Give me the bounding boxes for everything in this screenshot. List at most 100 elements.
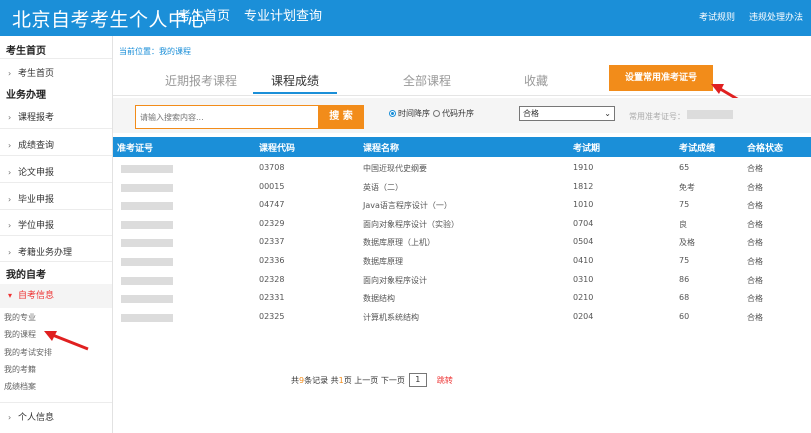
sub-item-my-records[interactable]: 我的考籍	[4, 364, 36, 375]
divider	[0, 209, 112, 210]
divider	[0, 128, 112, 129]
tab-all-courses[interactable]: 全部课程	[403, 72, 451, 89]
table-cell: 02325	[259, 311, 285, 321]
sidebar-item-label: 毕业申报	[18, 195, 55, 205]
table-cell: Java语言程序设计（一）	[363, 201, 452, 211]
table-row: 00015 英语（二） 1812 免考 合格	[113, 179, 811, 198]
active-tab-indicator	[253, 92, 337, 94]
table-cell: 0410	[573, 256, 594, 265]
divider	[0, 261, 112, 262]
table-cell: 65	[679, 163, 690, 172]
pager-prev-next[interactable]: 页 上一页 下一页	[344, 375, 405, 386]
sidebar-head-business: 业务办理	[6, 90, 46, 101]
chevron-right-icon: ›	[8, 141, 12, 150]
divider	[0, 182, 112, 183]
column-header: 考试成绩	[679, 144, 716, 154]
table-row: 02336 数据库原理 0410 75 合格	[113, 253, 811, 272]
tab-course-scores[interactable]: 课程成绩	[271, 72, 319, 89]
table-cell: 1910	[573, 163, 594, 172]
redacted-ticket-number	[687, 110, 733, 119]
sidebar-item-label: 论文申报	[18, 168, 55, 178]
top-nav: 考生首页 专业计划查询	[178, 0, 336, 36]
radio-code-asc[interactable]: 代码升序	[433, 108, 474, 119]
status-select[interactable]: 合格 ⌄	[519, 106, 615, 121]
chevron-down-icon: ⌄	[604, 109, 611, 118]
nav-plan-query[interactable]: 专业计划查询	[244, 0, 322, 36]
nav-home[interactable]: 考生首页	[178, 0, 230, 36]
redacted-ticket-number	[121, 258, 173, 266]
table-cell: 数据库原理（上机）	[363, 238, 435, 248]
link-exam-rules[interactable]: 考试规则	[699, 0, 735, 36]
sidebar-item-course-register[interactable]: › 课程报考	[0, 110, 112, 123]
sidebar-item-personal[interactable]: › 个人信息	[0, 410, 112, 423]
table-cell: 英语（二）	[363, 182, 403, 192]
sidebar-item-records[interactable]: › 考籍业务办理	[0, 245, 112, 258]
link-violation-rules[interactable]: 违规处理办法	[749, 0, 803, 36]
table-cell: 75	[679, 256, 690, 265]
table-row: 02325 计算机系统结构 0204 60 合格	[113, 309, 811, 328]
column-header: 课程名称	[363, 144, 400, 154]
radio-unchecked-icon	[433, 110, 440, 117]
table-cell: 合格	[747, 238, 763, 248]
divider	[0, 402, 112, 403]
sidebar-item-home[interactable]: › 考生首页	[0, 66, 112, 79]
table-cell: 1010	[573, 200, 594, 210]
table-cell: 数据结构	[363, 294, 395, 304]
select-value: 合格	[523, 109, 539, 118]
table-cell: 面向对象程序设计	[363, 275, 427, 285]
sub-item-my-courses[interactable]: 我的课程	[4, 329, 36, 340]
chevron-down-icon: ▾	[8, 291, 13, 300]
table-row: 02337 数据库原理（上机） 0504 及格 合格	[113, 234, 811, 253]
sidebar-item-degree[interactable]: › 学位申报	[0, 218, 112, 231]
table-cell: 86	[679, 274, 690, 284]
redacted-ticket-number	[121, 183, 173, 192]
pagination: 共 9 条记录 共 1 页 上一页 下一页 1 跳转	[291, 373, 453, 387]
table-cell: 合格	[747, 182, 763, 192]
table-cell: 02337	[259, 237, 285, 247]
sidebar-item-exam-info[interactable]: ▾ 自考信息	[0, 284, 112, 308]
column-header: 考试期	[573, 144, 601, 154]
tab-favorites[interactable]: 收藏	[524, 72, 548, 89]
table-cell: 合格	[747, 201, 763, 211]
sidebar-item-thesis[interactable]: › 论文申报	[0, 165, 112, 178]
radio-time-desc[interactable]: 时间降序	[389, 108, 430, 119]
table-cell: 合格	[747, 275, 763, 285]
sidebar-item-label: 成绩查询	[18, 141, 55, 151]
column-header: 合格状态	[747, 144, 784, 154]
table-cell: 及格	[679, 238, 695, 248]
redacted-ticket-number	[121, 295, 173, 304]
table-cell: 60	[679, 311, 690, 321]
sidebar-item-label: 考生首页	[18, 69, 55, 79]
sidebar-item-score-query[interactable]: › 成绩查询	[0, 138, 112, 151]
table-cell: 良	[679, 219, 687, 229]
chevron-right-icon: ›	[8, 221, 12, 230]
table-cell: 合格	[747, 219, 763, 229]
sidebar-item-graduation[interactable]: › 毕业申报	[0, 192, 112, 205]
table-cell: 02329	[259, 218, 285, 228]
table-cell: 0704	[573, 218, 594, 228]
table-row: 04747 Java语言程序设计（一） 1010 75 合格	[113, 197, 811, 216]
jump-button[interactable]: 跳转	[437, 375, 453, 386]
set-common-ticket-button[interactable]: 设置常用准考证号	[609, 65, 713, 91]
sub-item-my-major[interactable]: 我的专业	[4, 312, 36, 323]
table-cell: 04747	[259, 200, 285, 210]
redacted-ticket-number	[121, 202, 173, 211]
table-cell: 0204	[573, 311, 594, 321]
sub-item-score-archive[interactable]: 成绩档案	[4, 381, 36, 392]
pager-text: 共	[291, 375, 299, 385]
table-cell: 75	[679, 200, 690, 210]
sidebar-head-my: 我的自考	[6, 270, 46, 281]
chevron-right-icon: ›	[8, 248, 12, 257]
search-input[interactable]	[135, 105, 319, 129]
table-cell: 68	[679, 293, 690, 303]
sidebar-item-label: 学位申报	[18, 221, 55, 231]
page-number-input[interactable]: 1	[408, 373, 427, 387]
redacted-ticket-number	[121, 165, 173, 173]
tab-recent-courses[interactable]: 近期报考课程	[165, 72, 237, 89]
chevron-right-icon: ›	[8, 168, 12, 177]
table-cell: 0210	[573, 293, 594, 303]
search-button[interactable]: 搜 索	[318, 105, 364, 129]
table-cell: 合格	[747, 164, 763, 173]
table-row: 02329 面向对象程序设计（实验） 0704 良 合格	[113, 216, 811, 235]
sidebar-item-label: 考籍业务办理	[18, 248, 73, 258]
